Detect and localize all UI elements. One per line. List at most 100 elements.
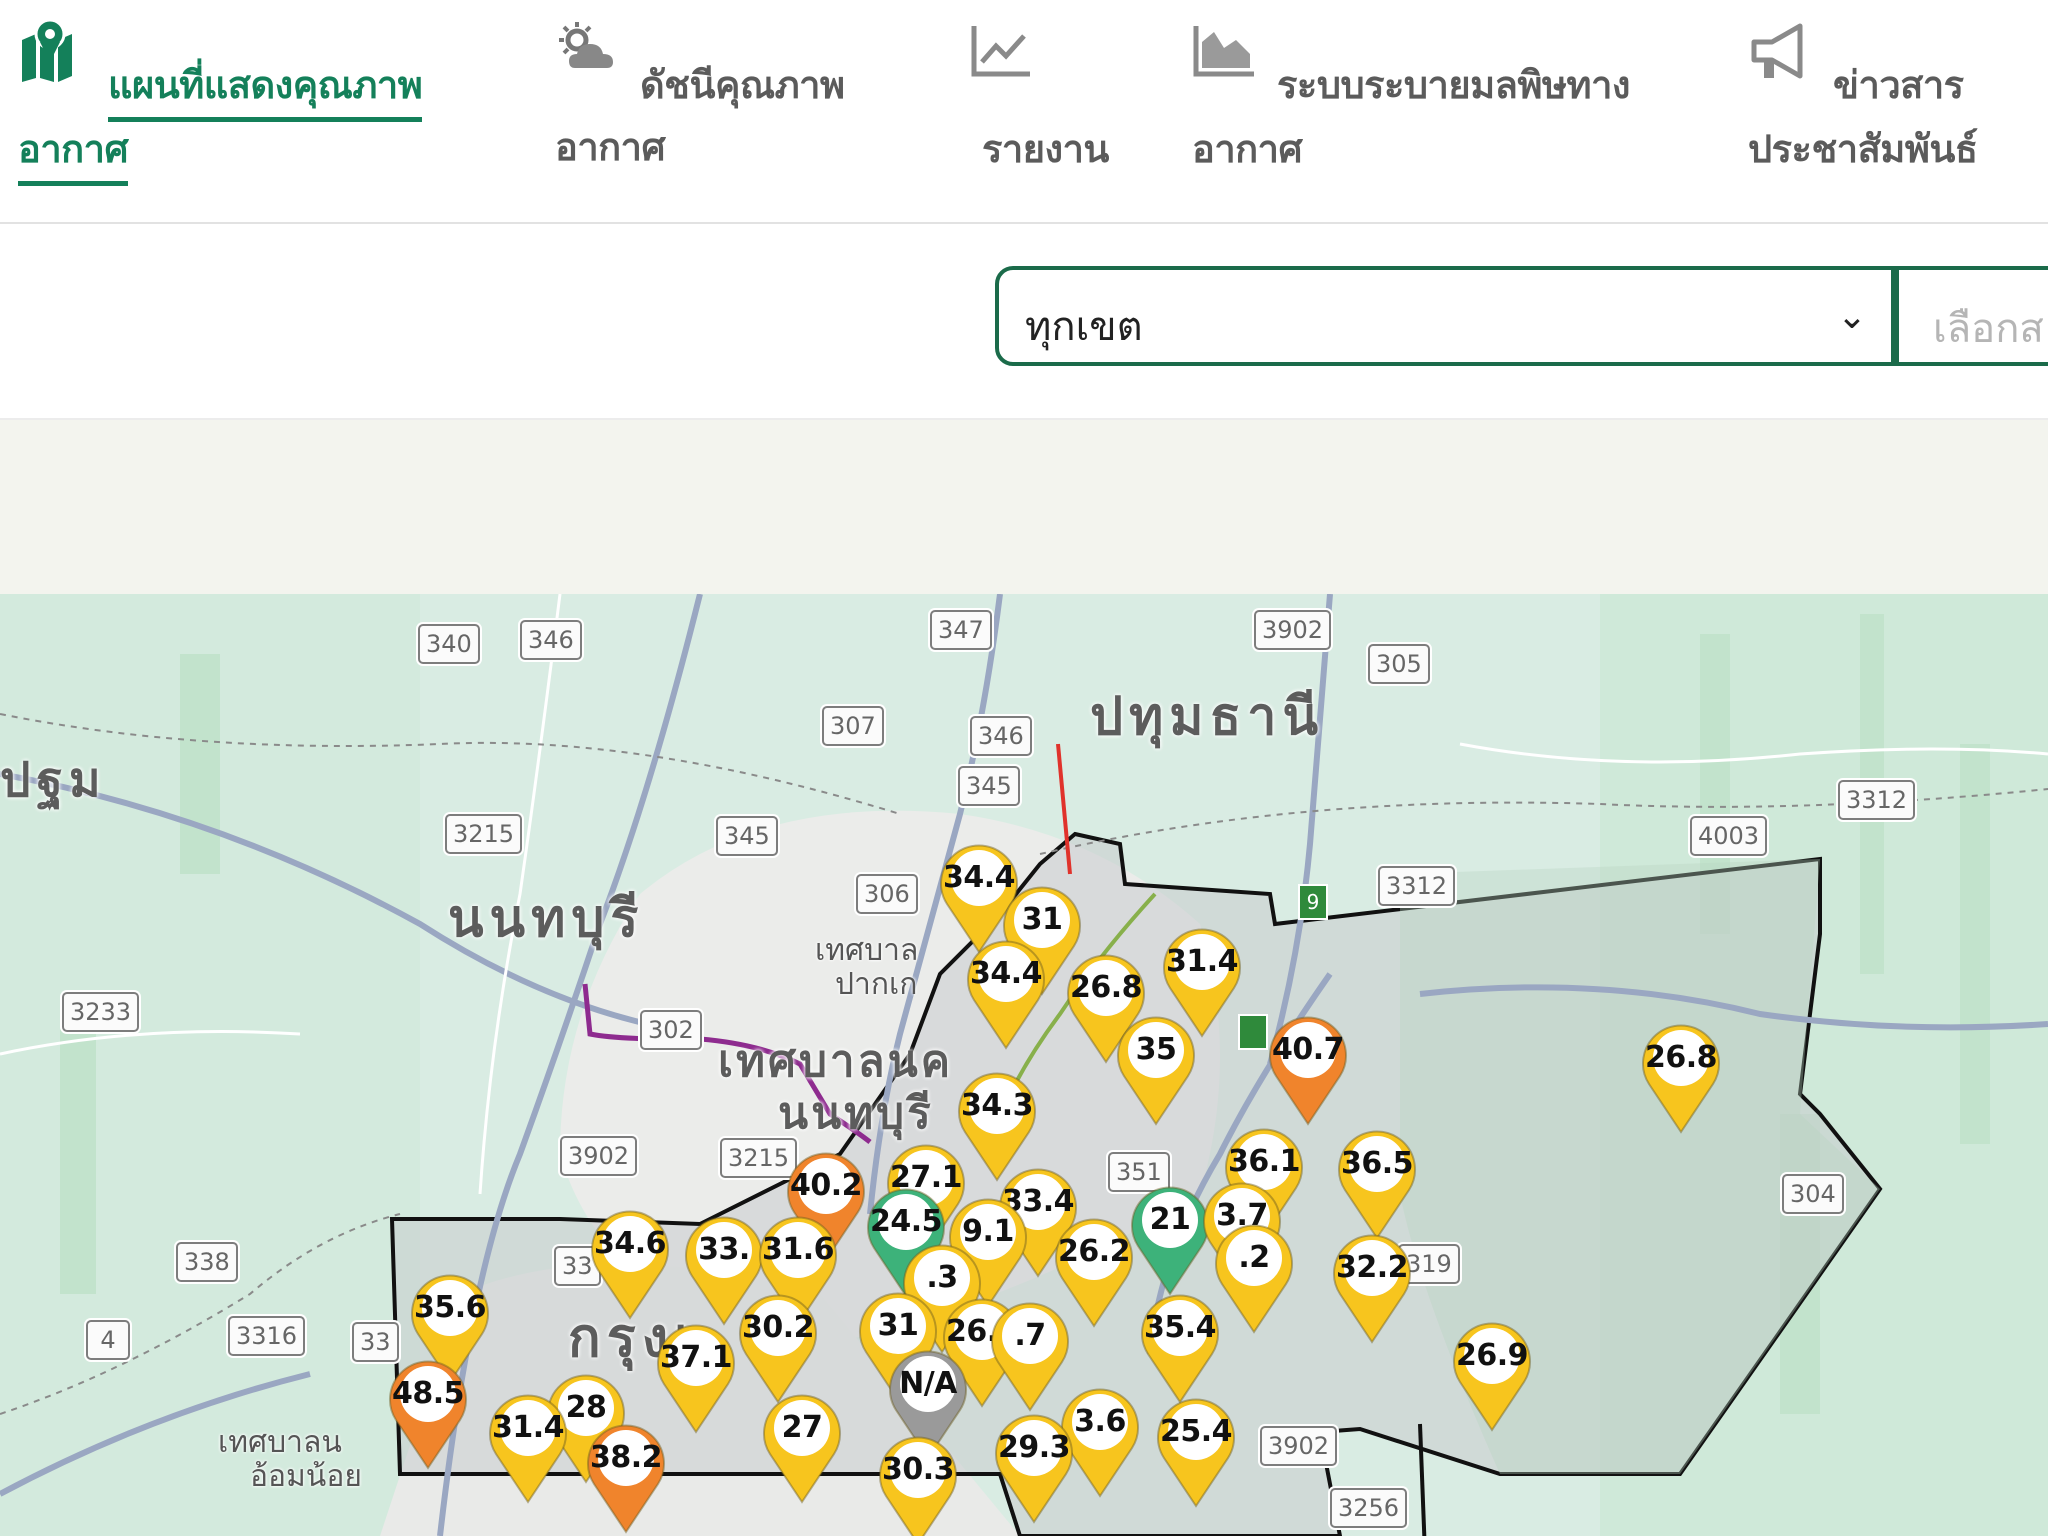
marker-value: 34.4 [969,956,1043,991]
aqi-station-marker[interactable]: 25.4 [1150,1388,1242,1510]
map-pin-icon [587,1424,665,1534]
road-shield: 302 [640,1010,702,1050]
marker-value: 34.6 [593,1226,667,1261]
aqi-station-marker[interactable]: 48.5 [382,1350,474,1472]
road-shield: 3902 [1254,610,1332,650]
map-pin-icon [995,1414,1073,1524]
aqi-station-marker[interactable]: 26.9 [1446,1312,1538,1434]
marker-value: 48.5 [391,1376,465,1411]
nav-item-air-quality-map[interactable]: แผนที่แสดงคุณภาพ อากาศ [18,18,448,186]
map-pin-icon [489,1394,567,1504]
aqi-station-marker[interactable]: 31.4 [482,1384,574,1506]
marker-value: N/A [899,1366,957,1401]
nav-item-label: แผนที่แสดงคุณภาพ [108,54,423,122]
road-shield: 345 [716,816,778,856]
marker-value: .2 [1238,1240,1270,1275]
road-shield: 4003 [1690,816,1768,856]
aqi-station-marker[interactable]: 34.6 [584,1200,676,1322]
road-shield: 307 [822,706,884,746]
nav-item-air-quality-index[interactable]: ดัชนีคุณภาพ อากาศ [555,18,885,169]
nav-item-label: ดัชนีคุณภาพ [640,63,845,107]
map-pin-icon [1117,1016,1195,1126]
road-shield: 3312 [1838,780,1916,820]
nav-item-pollution-drainage[interactable]: ระบบระบายมลพิษทาง อากาศ [1192,18,1652,171]
station-sign: 9 [1298,884,1328,920]
place-label-pathum-thani: ปทุมธานี [1090,686,1325,747]
marker-value: 30.2 [741,1310,815,1345]
road-shield: 3316 [228,1316,306,1356]
map-pin-icon [1269,1016,1347,1126]
place-label-nonthaburi: นนทบุรี [448,888,645,949]
aqi-station-marker[interactable]: 38.2 [580,1414,672,1536]
marker-value: 31 [877,1308,919,1343]
air-quality-map[interactable]: ปทุมธานี นนทบุรี ปฐม กรุงเ เทศบาลนค นนทบ… [0,594,2048,1536]
aqi-station-marker[interactable]: 34.4 [960,930,1052,1052]
marker-value: 40.2 [789,1168,863,1203]
aqi-station-marker[interactable]: 32.2 [1326,1224,1418,1346]
marker-value: 35.4 [1143,1310,1217,1345]
map-pin-icon [22,18,72,82]
marker-value: 26.9 [1455,1338,1529,1373]
marker-value: 30.3 [881,1452,955,1487]
aqi-station-marker[interactable]: 30.3 [872,1426,964,1536]
road-shield: 345 [958,766,1020,806]
marker-value: 32.2 [1335,1250,1409,1285]
nav-item-label: อากาศ [1192,127,1303,171]
nav-item-label: อากาศ [18,118,129,186]
marker-value: 26.2 [1057,1234,1131,1269]
marker-value: 40.7 [1271,1032,1345,1067]
road-shield: 305 [1368,644,1430,684]
marker-value: 27 [781,1410,823,1445]
map-pin-icon [763,1394,841,1504]
map-pin-icon [1157,1398,1235,1508]
place-label-omnoi: อ้อมน้อย [250,1459,362,1494]
line-chart-icon [971,26,1030,77]
marker-value: 36.5 [1340,1146,1414,1181]
road-shield: 4 [86,1320,130,1360]
map-pin-icon [389,1360,467,1470]
marker-value: 26.8 [1644,1040,1718,1075]
nav-item-label: ระบบระบายมลพิษทาง [1277,63,1630,107]
station-select[interactable]: เลือกส [1895,266,2048,366]
filter-bar: ทุกเขต ⌄ เลือกส [0,226,2048,418]
aqi-station-marker[interactable]: 27 [756,1384,848,1506]
aqi-station-marker[interactable]: 40.7 [1262,1006,1354,1128]
marker-value: 35.6 [413,1290,487,1325]
megaphone-icon [1751,23,1803,79]
weather-cloud-sun-icon [559,22,613,68]
nav-item-news[interactable]: ข่าวสาร ประชาสัมพันธ์ [1748,18,2008,171]
top-navigation: แผนที่แสดงคุณภาพ อากาศ ดัชนีคุณภาพ อากาศ… [0,0,2048,224]
aqi-station-marker[interactable]: 35 [1110,1006,1202,1128]
marker-value: .7 [1014,1318,1046,1353]
nav-item-label: ประชาสัมพันธ์ [1748,127,1978,171]
marker-value: 38.2 [589,1440,663,1475]
road-shield: 304 [1782,1174,1844,1214]
place-label-omnoi: เทศบาลน [218,1425,342,1460]
nav-item-label: รายงาน [982,127,1109,171]
marker-value: 34.3 [960,1088,1034,1123]
road-shield: 3256 [1330,1488,1408,1528]
aqi-station-marker[interactable]: 26.8 [1635,1014,1727,1136]
road-shield: 3312 [1378,866,1456,906]
marker-value: 31.4 [1165,944,1239,979]
place-label-nakhon-pathom: ปฐม [0,752,107,808]
aqi-station-marker[interactable]: 29.3 [988,1404,1080,1526]
marker-value: 26.8 [1069,970,1143,1005]
nav-item-label: ข่าวสาร [1833,63,1964,107]
area-chart-icon [1193,26,1254,77]
road-shield: 3215 [445,814,523,854]
place-label-pakkret: เทศบาล [815,933,919,968]
map-pin-icon [1642,1024,1720,1134]
info-band [0,418,2048,594]
road-shield: 346 [520,620,582,660]
road-shield: 340 [418,624,480,664]
map-pin-icon [1333,1234,1411,1344]
nav-item-report[interactable]: รายงาน [968,18,1118,171]
marker-value: 35 [1135,1032,1177,1067]
road-shield: 338 [176,1242,238,1282]
marker-value: 37.1 [659,1340,733,1375]
station-select-placeholder: เลือกส [1933,306,2044,352]
district-select-value: ทุกเขต [1025,304,1143,350]
marker-value: 29.3 [997,1430,1071,1465]
district-select[interactable]: ทุกเขต ⌄ [995,266,1895,366]
